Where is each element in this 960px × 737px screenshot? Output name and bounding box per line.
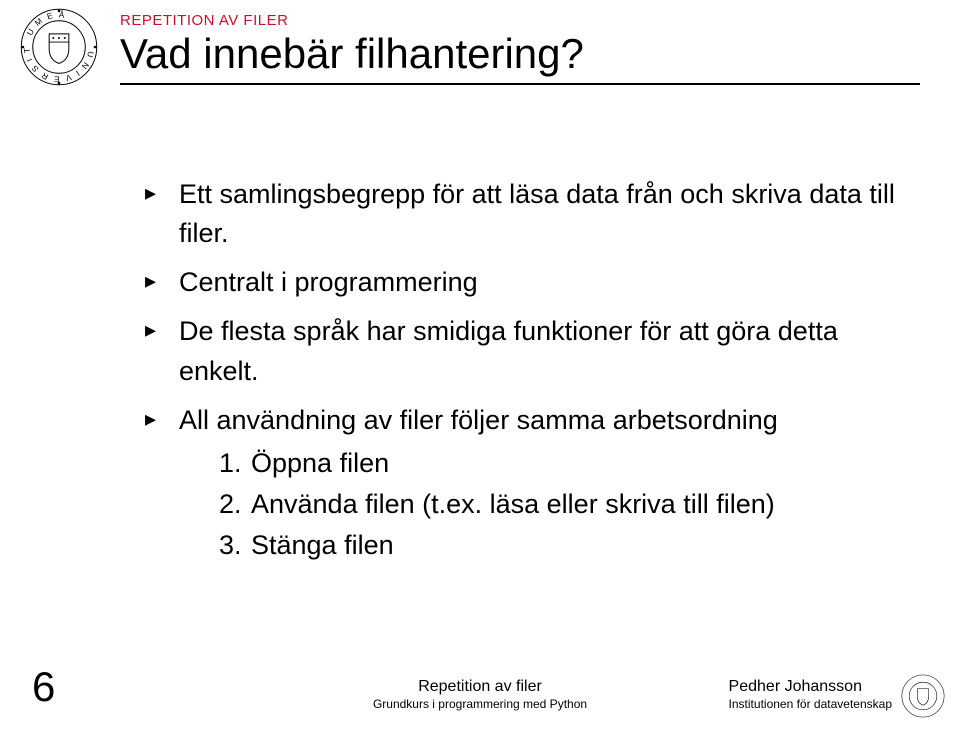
- bullet-list: Ett samlingsbegrepp för att läsa data fr…: [145, 175, 900, 565]
- section-label: REPETITION AV FILER: [120, 12, 920, 29]
- numbered-item: Öppna filen: [219, 444, 900, 483]
- bullet-item: Ett samlingsbegrepp för att läsa data fr…: [145, 175, 900, 253]
- university-seal-small-icon: [900, 673, 946, 719]
- title-underline: [120, 83, 920, 85]
- bullet-item: Centralt i programmering: [145, 263, 900, 302]
- footer-right: Pedher Johansson Institutionen för datav…: [729, 677, 892, 713]
- numbered-item: Använda filen (t.ex. läsa eller skriva t…: [219, 485, 900, 524]
- slide-header: REPETITION AV FILER Vad innebär filhante…: [120, 12, 920, 85]
- bullet-item: All användning av filer följer samma arb…: [145, 401, 900, 566]
- slide-body: Ett samlingsbegrepp för att läsa data fr…: [145, 175, 900, 575]
- slide-title: Vad innebär filhantering?: [120, 31, 920, 77]
- bullet-text: All användning av filer följer samma arb…: [179, 405, 778, 435]
- university-seal-icon: U M E Å U N I V E R S I T E T: [18, 6, 100, 88]
- bullet-item: De flesta språk har smidiga funktioner f…: [145, 312, 900, 390]
- numbered-list: Öppna filen Använda filen (t.ex. läsa el…: [219, 444, 900, 565]
- slide: U M E Å U N I V E R S I T E T REPETITION…: [0, 0, 960, 737]
- numbered-item: Stänga filen: [219, 526, 900, 565]
- footer-department: Institutionen för datavetenskap: [729, 697, 892, 713]
- svg-text:U M E Å: U M E Å: [25, 9, 66, 37]
- footer-author: Pedher Johansson: [729, 677, 892, 698]
